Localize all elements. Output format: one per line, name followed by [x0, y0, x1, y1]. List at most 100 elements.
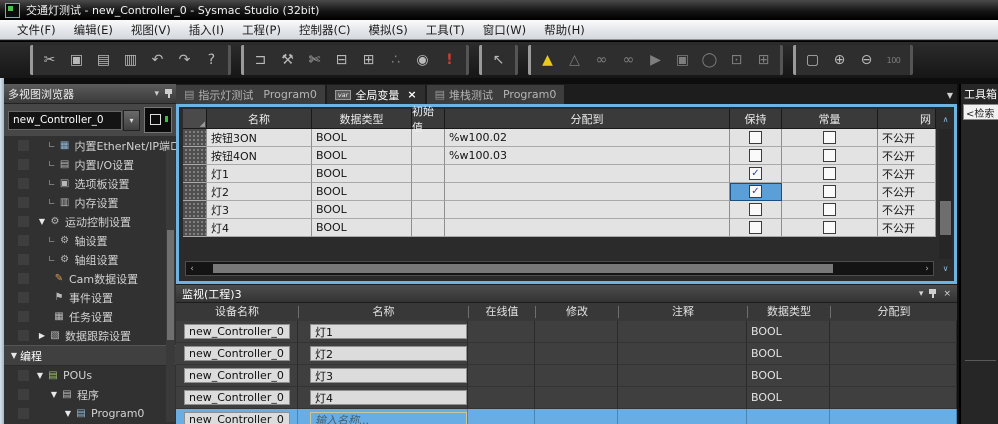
menu-file[interactable]: 文件(F) — [8, 20, 65, 40]
horizontal-scrollbar-thumb[interactable] — [213, 264, 833, 273]
tree-item-cam-data[interactable]: ✎Cam数据设置 — [4, 269, 176, 288]
warning-show-button[interactable]: ▲ — [535, 48, 560, 72]
online-value-cell[interactable] — [468, 365, 535, 386]
horizontal-scrollbar[interactable]: ‹ › — [185, 261, 934, 276]
variable-manager-button[interactable]: ↖ — [486, 48, 511, 72]
col-comment[interactable]: 注释 — [618, 306, 747, 318]
cell-initial[interactable] — [412, 183, 445, 201]
tab-global-variables[interactable]: var 全局变量 × — [327, 85, 425, 104]
tree-item-memory-settings[interactable]: ∟▥内存设置 — [4, 193, 176, 212]
sidebar-scrollbar[interactable] — [166, 150, 175, 422]
tree-item-motion-control[interactable]: ▼⚙运动控制设置 — [4, 212, 176, 231]
retain-checkbox[interactable] — [749, 221, 762, 234]
menu-project[interactable]: 工程(P) — [233, 20, 290, 40]
paste-button[interactable]: ▤ — [91, 48, 116, 72]
cell-initial[interactable] — [412, 129, 445, 147]
cell-name[interactable]: 灯2 — [207, 183, 312, 201]
device-cell[interactable]: new_Controller_0 — [184, 412, 290, 424]
tree-item-programs[interactable]: ▼▤程序 — [4, 385, 176, 404]
scroll-up-icon[interactable]: ∧ — [939, 113, 952, 126]
constant-checkbox[interactable] — [823, 221, 836, 234]
cell-assign[interactable] — [445, 219, 730, 237]
export-button[interactable]: ⊐ — [248, 48, 273, 72]
check-program-button[interactable]: ⊟ — [329, 48, 354, 72]
menu-controller[interactable]: 控制器(C) — [290, 20, 360, 40]
comment-cell[interactable] — [618, 365, 747, 386]
cell-name[interactable]: 灯3 — [207, 201, 312, 219]
select-all-corner[interactable]: ◢ — [183, 109, 207, 129]
tree-item-pous[interactable]: ▼▤POUs — [4, 366, 176, 385]
modify-cell[interactable] — [535, 365, 618, 386]
comment-cell[interactable] — [618, 409, 747, 424]
tree-item-data-trace[interactable]: ▶▧数据跟踪设置 — [4, 326, 176, 345]
controller-select-dropdown-icon[interactable]: ▾ — [123, 110, 140, 131]
col-assign[interactable]: 分配到 — [830, 306, 957, 318]
undo-button[interactable]: ↶ — [145, 48, 170, 72]
controller-select[interactable]: new_Controller_0 — [8, 111, 122, 130]
col-retain[interactable]: 保持 — [730, 109, 782, 129]
retain-checkbox[interactable] — [749, 185, 762, 198]
name-cell[interactable]: 灯4 — [310, 390, 467, 405]
cell-type[interactable]: BOOL — [312, 165, 412, 183]
name-check-button[interactable]: ∴ — [383, 48, 408, 72]
name-input-placeholder[interactable]: 输入名称... — [310, 412, 467, 424]
col-name[interactable]: 名称 — [207, 109, 312, 129]
retain-checkbox[interactable] — [749, 203, 762, 216]
constant-checkbox[interactable] — [823, 167, 836, 180]
name-cell[interactable]: 灯3 — [310, 368, 467, 383]
tab-indicator-test[interactable]: ▤ 指示灯测试 Program0 — [176, 85, 325, 104]
cell-network[interactable]: 不公开 — [878, 129, 936, 147]
cell-type[interactable]: BOOL — [312, 201, 412, 219]
device-cell[interactable]: new_Controller_0 — [184, 390, 290, 405]
scroll-down-icon[interactable]: ∨ — [939, 262, 952, 275]
sidebar-scrollbar-thumb[interactable] — [167, 230, 174, 340]
cell-name[interactable]: 灯1 — [207, 165, 312, 183]
cell-network[interactable]: 不公开 — [878, 201, 936, 219]
row-handle[interactable] — [183, 183, 207, 201]
comment-cell[interactable] — [618, 343, 747, 364]
rebuild-button[interactable]: ✄ — [302, 48, 327, 72]
menu-insert[interactable]: 插入(I) — [180, 20, 233, 40]
cell-type[interactable]: BOOL — [312, 147, 412, 165]
online-value-cell[interactable] — [468, 387, 535, 408]
cut-button[interactable]: ✂ — [37, 48, 62, 72]
row-handle[interactable] — [183, 219, 207, 237]
tree-section-programming[interactable]: ▼编程 — [4, 345, 176, 366]
retain-checkbox[interactable] — [749, 149, 762, 162]
scroll-left-icon[interactable]: ‹ — [186, 264, 198, 274]
constant-checkbox[interactable] — [823, 131, 836, 144]
cell-network[interactable]: 不公开 — [878, 147, 936, 165]
copy-button[interactable]: ▣ — [64, 48, 89, 72]
warning-hide-button[interactable]: △ — [562, 48, 587, 72]
step-button[interactable]: ▶ — [643, 48, 668, 72]
build-button[interactable]: ⚒ — [275, 48, 300, 72]
help-button[interactable]: ? — [199, 48, 224, 72]
menu-simulation[interactable]: 模拟(S) — [360, 20, 417, 40]
constant-checkbox[interactable] — [823, 149, 836, 162]
screen-2-button[interactable]: ⊞ — [751, 48, 776, 72]
cell-name[interactable]: 按钮3ON — [207, 129, 312, 147]
col-modify[interactable]: 修改 — [535, 306, 618, 318]
cell-network[interactable]: 不公开 — [878, 183, 936, 201]
cell-type[interactable]: BOOL — [312, 183, 412, 201]
comment-cell[interactable] — [618, 321, 747, 342]
device-cell[interactable]: new_Controller_0 — [184, 346, 290, 361]
modify-cell[interactable] — [535, 321, 618, 342]
tree-item-io-settings[interactable]: ∟▤内置I/O设置 — [4, 155, 176, 174]
delete-button[interactable]: ▥ — [118, 48, 143, 72]
col-online-value[interactable]: 在线值 — [468, 306, 535, 318]
row-handle[interactable] — [183, 165, 207, 183]
online-value-cell[interactable] — [468, 343, 535, 364]
cell-name[interactable]: 灯4 — [207, 219, 312, 237]
tab-close-icon[interactable]: × — [407, 88, 416, 101]
tab-stack-test[interactable]: ▤ 堆栈测试 Program0 — [427, 85, 565, 104]
comment-cell[interactable] — [618, 387, 747, 408]
check-all-button[interactable]: ⊞ — [356, 48, 381, 72]
constant-checkbox[interactable] — [823, 203, 836, 216]
panel-collapse-icon[interactable]: ▾ — [154, 89, 159, 99]
select-frame-button[interactable]: ▢ — [800, 48, 825, 72]
online-value-cell[interactable] — [468, 321, 535, 342]
row-handle[interactable] — [183, 147, 207, 165]
abort-button[interactable]: ! — [437, 48, 462, 72]
tree-item-axis-group-settings[interactable]: ∟⚙轴组设置 — [4, 250, 176, 269]
